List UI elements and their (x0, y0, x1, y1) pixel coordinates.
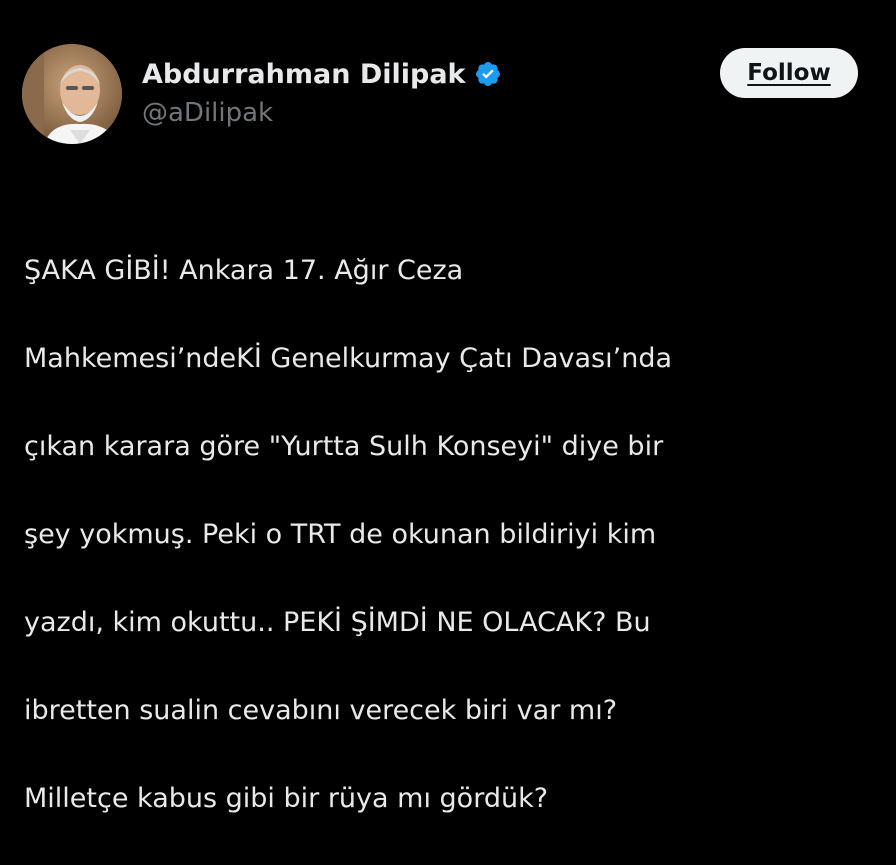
tweet-text-line: ibretten sualin cevabını verecek biri va… (24, 695, 618, 726)
tweet-text-line: çıkan karara göre "Yurtta Sulh Konseyi" … (24, 431, 664, 462)
tweet-text-line: Mahkemesi’ndeKİ Genelkurmay Çatı Davası’… (24, 343, 672, 374)
user-handle[interactable]: @aDilipak (142, 98, 502, 128)
display-name-row: Abdurrahman Dilipak (142, 54, 502, 94)
tweet-text-line: yazdı, kim okuttu.. PEKİ ŞİMDİ NE OLACAK… (24, 607, 651, 638)
tweet-text-line: ŞAKA GİBİ! Ankara 17. Ağır Ceza (24, 255, 464, 286)
avatar[interactable] (22, 44, 122, 144)
follow-button[interactable]: Follow (720, 48, 858, 98)
display-name[interactable]: Abdurrahman Dilipak (142, 59, 466, 90)
profile-photo-icon (22, 44, 122, 144)
tweet-card: Abdurrahman Dilipak @aDilipak Follow ŞAK… (0, 0, 896, 814)
tweet-header: Abdurrahman Dilipak @aDilipak Follow (22, 44, 872, 148)
tweet-text-line: Milletçe kabus gibi bir rüya mı gördük? (24, 783, 549, 814)
tweet-text-line: şey yokmuş. Peki o TRT de okunan bildiri… (24, 519, 657, 550)
verified-badge-icon (474, 60, 502, 88)
tweet-text: ŞAKA GİBİ! Ankara 17. Ağır Ceza Mahkemes… (24, 205, 874, 865)
author-info: Abdurrahman Dilipak @aDilipak (142, 54, 502, 128)
